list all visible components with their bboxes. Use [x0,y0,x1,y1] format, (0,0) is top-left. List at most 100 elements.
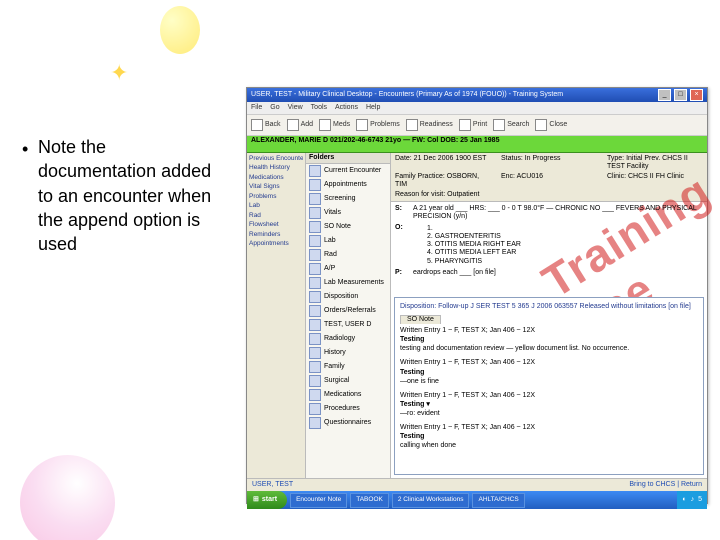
nav-tab[interactable]: Folders [306,153,390,164]
nav-item[interactable]: Vitals [306,206,390,220]
problems-icon [356,119,368,131]
o-item: 5. PHARYNGITIS [427,258,701,266]
status-bar: USER, TEST Bring to CHCS | Return [247,478,707,491]
left-link[interactable]: Vital Signs [249,183,303,190]
folder-icon [309,193,321,205]
menu-help[interactable]: Help [366,104,380,112]
nav-item[interactable]: Lab Measurements [306,276,390,290]
left-link[interactable]: Reminders [249,231,303,238]
left-link[interactable]: Appointments [249,240,303,247]
taskbar-item[interactable]: TABOOK [350,493,389,508]
back-button[interactable]: Back [251,119,281,131]
left-link[interactable]: Problems [249,193,303,200]
p-text: eardrops each ___ [on file] [413,269,701,277]
info-enc: Enc: ACU016 [501,173,597,189]
nav-item[interactable]: Procedures [306,402,390,416]
nav-item[interactable]: Surgical [306,374,390,388]
entry-body: calling when done [400,442,698,450]
slide-bullet: • Note the documentation added to an enc… [22,135,222,256]
tray-icon[interactable]: ◐ [682,496,686,504]
folder-icon [309,235,321,247]
folder-icon [309,305,321,317]
nav-item[interactable]: Screening [306,192,390,206]
start-button[interactable]: ⊞ start [247,491,287,509]
tray-icon[interactable]: ♪ [691,496,695,504]
folder-icon [309,277,321,289]
nav-item[interactable]: SO Note [306,220,390,234]
left-link[interactable]: Medications [249,174,303,181]
print-button[interactable]: Print [459,119,487,131]
appended-entry: Written Entry 1 ~ F, TEST X; Jan 406 ~ 1… [400,327,698,353]
nav-item[interactable]: Medications [306,388,390,402]
subtab-so-note[interactable]: SO Note [400,315,441,324]
folder-icon [309,291,321,303]
entry-title: Testing [400,369,698,377]
nav-item[interactable]: Lab [306,234,390,248]
entry-title: Testing ▾ [400,401,698,409]
s-text: A 21 year old ___ HRS: ___ 0 - 0 T 98.0°… [413,205,701,221]
nav-item[interactable]: History [306,346,390,360]
taskbar-item[interactable]: Encounter Note [290,493,347,508]
chevron-down-icon: ▾ [426,401,430,408]
toolbar: Back Add Meds Problems Readiness Print S… [247,115,707,136]
tray-clock: 5 [698,496,702,504]
nav-item[interactable]: Family [306,360,390,374]
menu-tools[interactable]: Tools [311,104,327,112]
decor-balloon-yellow [160,6,200,54]
p-label: P: [395,269,411,277]
status-links[interactable]: Bring to CHCS | Return [629,481,702,489]
decor-balloon-pink [20,455,115,540]
info-clinic: Clinic: CHCS II FH Clinic [607,173,703,189]
left-link[interactable]: Previous Encounter [249,155,303,162]
nav-item[interactable]: Questionnaires [306,416,390,430]
nav-item[interactable]: A/P [306,262,390,276]
folder-icon [309,333,321,345]
menu-view[interactable]: View [288,104,303,112]
add-button[interactable]: Add [287,119,313,131]
menu-file[interactable]: File [251,104,262,112]
nav-item[interactable]: Radiology [306,332,390,346]
o-list: 1. 2. GASTROENTERITIS 3. OTITIS MEDIA RI… [427,225,701,265]
close-icon [535,119,547,131]
left-link[interactable]: Lab [249,202,303,209]
so-note-pane: S: A 21 year old ___ HRS: ___ 0 - 0 T 98… [391,202,707,478]
left-shortcut-column: Previous Encounter Health History Medica… [247,153,306,478]
folder-icon [309,207,321,219]
nav-item[interactable]: Rad [306,248,390,262]
close-button[interactable]: Close [535,119,567,131]
nav-item[interactable]: TEST, USER D [306,318,390,332]
left-link[interactable]: Health History [249,164,303,171]
maximize-button[interactable]: □ [674,89,687,101]
menu-go[interactable]: Go [270,104,279,112]
meds-icon [319,119,331,131]
add-icon [287,119,299,131]
nav-item[interactable]: Disposition [306,290,390,304]
nav-item[interactable]: Appointments [306,178,390,192]
window-title: USER, TEST - Military Clinical Desktop -… [251,91,563,99]
menu-actions[interactable]: Actions [335,104,358,112]
nav-item[interactable]: Orders/Referrals [306,304,390,318]
entry-title: Testing [400,336,698,344]
bullet-text: Note the documentation added to an encou… [38,135,222,256]
meds-button[interactable]: Meds [319,119,350,131]
entry-title: Testing [400,433,698,441]
left-link[interactable]: Rad [249,212,303,219]
left-link[interactable]: Flowsheet [249,221,303,228]
nav-tree: Folders Current Encounter Appointments S… [306,153,391,478]
taskbar-item[interactable]: 2 Clinical Workstations [392,493,470,508]
nav-item[interactable]: Current Encounter [306,164,390,178]
readiness-button[interactable]: Readiness [406,119,453,131]
taskbar-item[interactable]: AHLTA/CHCS [472,493,524,508]
close-window-button[interactable]: × [690,89,703,101]
problems-button[interactable]: Problems [356,119,400,131]
status-user: USER, TEST [252,481,293,489]
decor-star-icon: ✦ [110,60,134,84]
screenshot-window: Training Use Only USER, TEST - Military … [246,87,708,504]
folder-icon [309,179,321,191]
minimize-button[interactable]: _ [658,89,671,101]
system-tray[interactable]: ◐ ♪ 5 [677,491,707,509]
entry-header: Written Entry 1 ~ F, TEST X; Jan 406 ~ 1… [400,424,698,432]
info-status: Status: In Progress [501,155,597,171]
search-button[interactable]: Search [493,119,529,131]
window-titlebar: USER, TEST - Military Clinical Desktop -… [247,88,707,102]
